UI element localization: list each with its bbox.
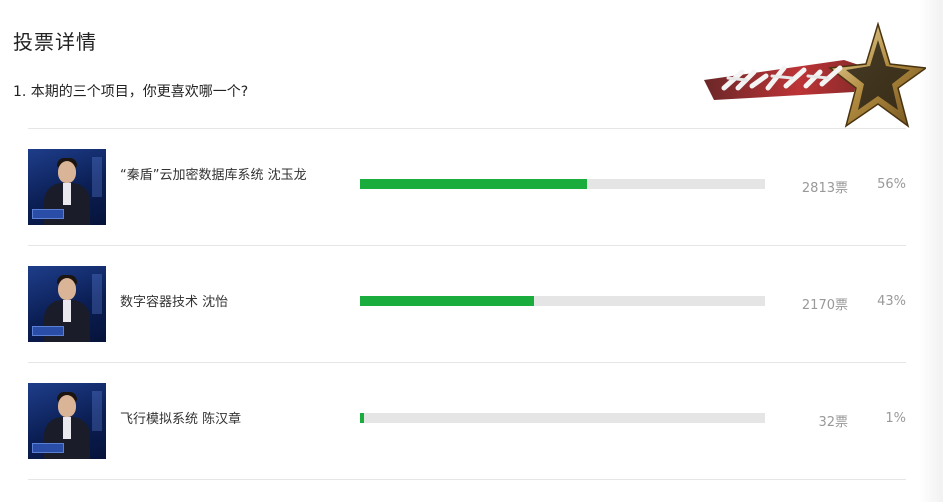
vote-percent: 1% — [885, 411, 906, 426]
vote-option-1: “秦盾”云加密数据库系统 沈玉龙 2813票 56% — [28, 129, 906, 245]
vote-bar — [360, 413, 765, 423]
vote-percent: 43% — [877, 294, 906, 309]
vote-bar-fill — [360, 413, 364, 423]
question-text: 1. 本期的三个项目，你更喜欢哪一个? — [13, 84, 249, 100]
vote-option-2: 数字容器技术 沈怡 2170票 43% — [28, 246, 906, 362]
vote-bar — [360, 296, 765, 306]
vote-bar-fill — [360, 179, 587, 189]
candidate-photo — [28, 149, 106, 225]
divider — [28, 479, 906, 480]
vote-percent: 56% — [877, 177, 906, 192]
show-logo — [694, 21, 929, 132]
vote-bar — [360, 179, 765, 189]
option-name: “秦盾”云加密数据库系统 沈玉龙 — [120, 168, 307, 183]
page-title: 投票详情 — [13, 30, 97, 54]
candidate-photo — [28, 266, 106, 342]
vote-option-3: 飞行模拟系统 陈汉章 32票 1% — [28, 363, 906, 479]
vote-count: 2813票 — [801, 181, 848, 196]
vote-bar-fill — [360, 296, 534, 306]
candidate-photo — [28, 383, 106, 459]
vote-count: 2170票 — [801, 298, 848, 313]
option-name: 数字容器技术 沈怡 — [120, 295, 229, 310]
option-name: 飞行模拟系统 陈汉章 — [120, 412, 242, 427]
vote-count: 32票 — [818, 415, 848, 430]
